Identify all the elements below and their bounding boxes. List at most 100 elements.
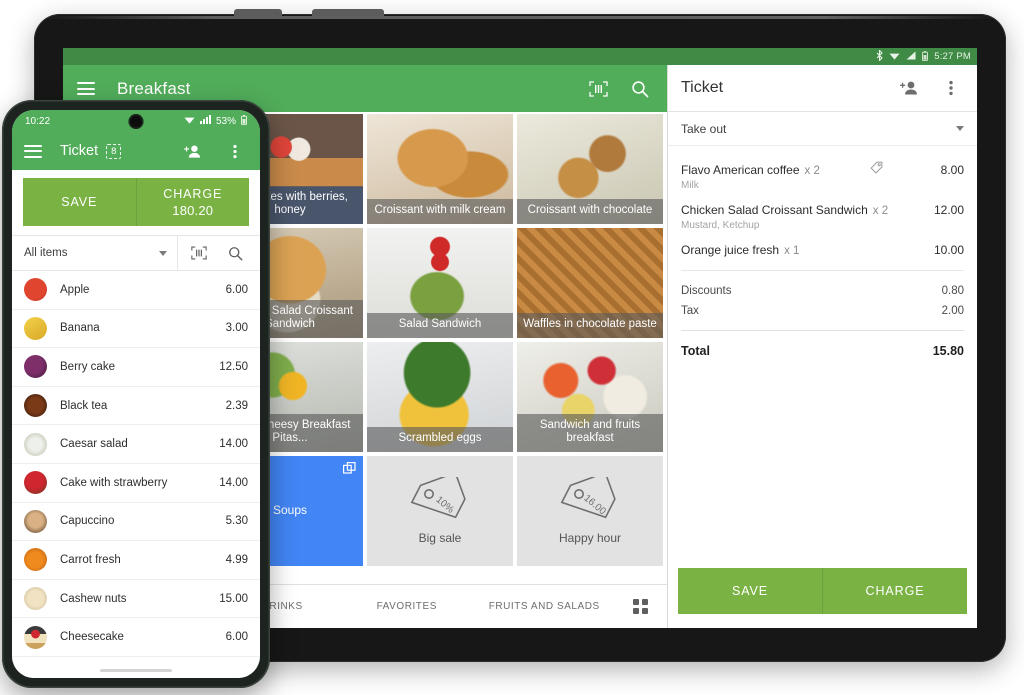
ticket-total-label: Total <box>681 344 710 358</box>
hamburger-icon[interactable] <box>24 144 42 158</box>
item-price: 3.00 <box>225 322 248 335</box>
avatar <box>24 355 47 379</box>
ticket-item-amount: 12.00 <box>933 203 964 217</box>
phone-status-bar: 10:22 53% <box>12 110 260 132</box>
list-item[interactable]: Banana 3.00 <box>12 310 260 349</box>
avatar <box>24 587 47 611</box>
list-item[interactable]: Carrot fresh 4.99 <box>12 541 260 580</box>
tablet-clock: 5:27 PM <box>934 51 971 62</box>
item-price: 2.39 <box>225 399 248 412</box>
discount-tile[interactable]: 16.00 Happy hour <box>517 456 663 566</box>
subtotal-amount: 0.80 <box>941 285 964 297</box>
signal-icon <box>199 115 211 127</box>
barcode-scan-icon[interactable] <box>585 76 611 102</box>
product-tile-label: Salad Sandwich <box>367 313 513 338</box>
chevron-down-icon[interactable] <box>159 250 167 256</box>
list-item[interactable]: Cheesecake 6.00 <box>12 618 260 657</box>
ticket-item-qty: x 2 <box>804 165 820 177</box>
ticket-item-amount: 10.00 <box>933 243 964 257</box>
item-name: Banana <box>60 322 100 335</box>
phone-gesture-bar <box>12 662 260 678</box>
category-tab[interactable]: FRUITS AND SALADS <box>476 601 614 613</box>
list-item[interactable]: Caesar salad 14.00 <box>12 425 260 464</box>
tablet-bezel-highlight <box>44 16 996 19</box>
hamburger-icon[interactable] <box>77 82 95 95</box>
product-tile[interactable]: Salad Sandwich <box>367 228 513 338</box>
item-price: 12.50 <box>219 360 248 373</box>
product-tile[interactable]: Croissant with chocolate <box>517 114 663 224</box>
bluetooth-icon <box>876 49 883 63</box>
avatar <box>24 509 47 533</box>
product-tile[interactable]: Scrambled eggs <box>367 342 513 452</box>
list-item[interactable]: Cake with strawberry 14.00 <box>12 464 260 503</box>
charge-button[interactable]: CHARGE 180.20 <box>135 178 249 226</box>
product-tile[interactable]: Sandwich and fruits breakfast <box>517 342 663 452</box>
ticket-item-modifiers: Mustard, Ketchup <box>681 220 760 231</box>
ticket-line-item[interactable]: Chicken Salad Croissant Sandwich x 2 12.00… <box>681 194 964 234</box>
grid-view-icon[interactable] <box>613 599 667 614</box>
phone-item-list[interactable]: Apple 6.00 Banana 3.00 Berry cake 12.50 Black … <box>12 271 260 662</box>
item-price: 14.00 <box>219 476 248 489</box>
search-icon[interactable] <box>222 240 248 266</box>
avatar <box>24 432 47 456</box>
item-name: Black tea <box>60 399 108 412</box>
charge-button[interactable]: CHARGE <box>822 568 967 614</box>
item-name: Capuccino <box>60 515 115 528</box>
order-type-select[interactable]: Take out <box>668 112 977 146</box>
product-tile-label: Croissant with milk cream <box>367 199 513 224</box>
ticket-line-item[interactable]: Flavo American coffee x 2 8.00 Milk <box>681 152 964 194</box>
search-icon[interactable] <box>627 76 653 102</box>
battery-percent: 53% <box>215 115 236 127</box>
product-tile[interactable]: Waffles in chocolate paste <box>517 228 663 338</box>
avatar <box>24 471 47 495</box>
item-name: Berry cake <box>60 360 115 373</box>
category-tab[interactable]: FAVORITES <box>338 601 476 613</box>
tablet-power-button[interactable] <box>312 9 384 16</box>
discount-tile[interactable]: 10% Big sale <box>367 456 513 566</box>
ticket-total-amount: 15.80 <box>932 344 964 358</box>
ticket-item-name: Flavo American coffee <box>681 163 800 177</box>
category-stack-icon <box>343 462 356 475</box>
more-vertical-icon[interactable] <box>222 138 248 164</box>
phone-ticket-actions: SAVE CHARGE 180.20 <box>12 170 260 235</box>
phone-page-title: Ticket <box>60 143 99 159</box>
add-person-icon[interactable] <box>180 138 206 164</box>
save-button[interactable]: SAVE <box>678 568 822 614</box>
list-item[interactable]: Capuccino 5.30 <box>12 503 260 542</box>
discount-tile-label: Happy hour <box>558 531 622 545</box>
product-tile-label: Waffles in chocolate paste <box>517 313 663 338</box>
ticket-item-qty: x 1 <box>784 245 800 257</box>
item-price: 4.99 <box>225 553 248 566</box>
list-item[interactable]: Apple 6.00 <box>12 271 260 310</box>
ticket-line-main: Chicken Salad Croissant Sandwich x 2 12.00 <box>681 203 964 217</box>
category-tile-label: Soups <box>272 502 308 517</box>
save-button[interactable]: SAVE <box>23 178 136 226</box>
ticket-item-modifiers: Milk <box>681 180 699 191</box>
price-tag-icon: 16.00 <box>559 477 621 525</box>
phone-app-bar: Ticket 8 <box>12 132 260 170</box>
wifi-icon <box>889 51 900 62</box>
avatar <box>24 548 47 572</box>
phone-screen: 10:22 53% Ticket 8 SAVE CHARGE 180.20 Al… <box>12 110 260 678</box>
list-item[interactable]: Berry cake 12.50 <box>12 348 260 387</box>
ticket-line-main: Flavo American coffee x 2 8.00 <box>681 161 964 177</box>
page-title: Breakfast <box>117 78 191 98</box>
subtotal-amount: 2.00 <box>941 305 964 317</box>
ticket-title: Ticket <box>681 79 724 96</box>
item-price: 6.00 <box>225 631 248 644</box>
tablet-volume-button[interactable] <box>234 9 282 16</box>
item-filter-select[interactable]: All items <box>24 247 67 259</box>
list-item[interactable]: Black tea 2.39 <box>12 387 260 426</box>
add-person-icon[interactable] <box>896 75 922 101</box>
signal-icon <box>906 51 916 62</box>
product-tile[interactable]: Croissant with milk cream <box>367 114 513 224</box>
filter-divider <box>177 236 178 270</box>
avatar <box>24 625 47 649</box>
item-name: Cake with strawberry <box>60 476 168 489</box>
ticket-pane: Ticket Take out Flavo American coffee x … <box>668 65 977 628</box>
item-price: 15.00 <box>219 592 248 605</box>
barcode-scan-icon[interactable] <box>186 240 212 266</box>
more-vertical-icon[interactable] <box>938 75 964 101</box>
list-item[interactable]: Cashew nuts 15.00 <box>12 580 260 619</box>
ticket-line-item[interactable]: Orange juice fresh x 1 10.00 <box>681 234 964 260</box>
